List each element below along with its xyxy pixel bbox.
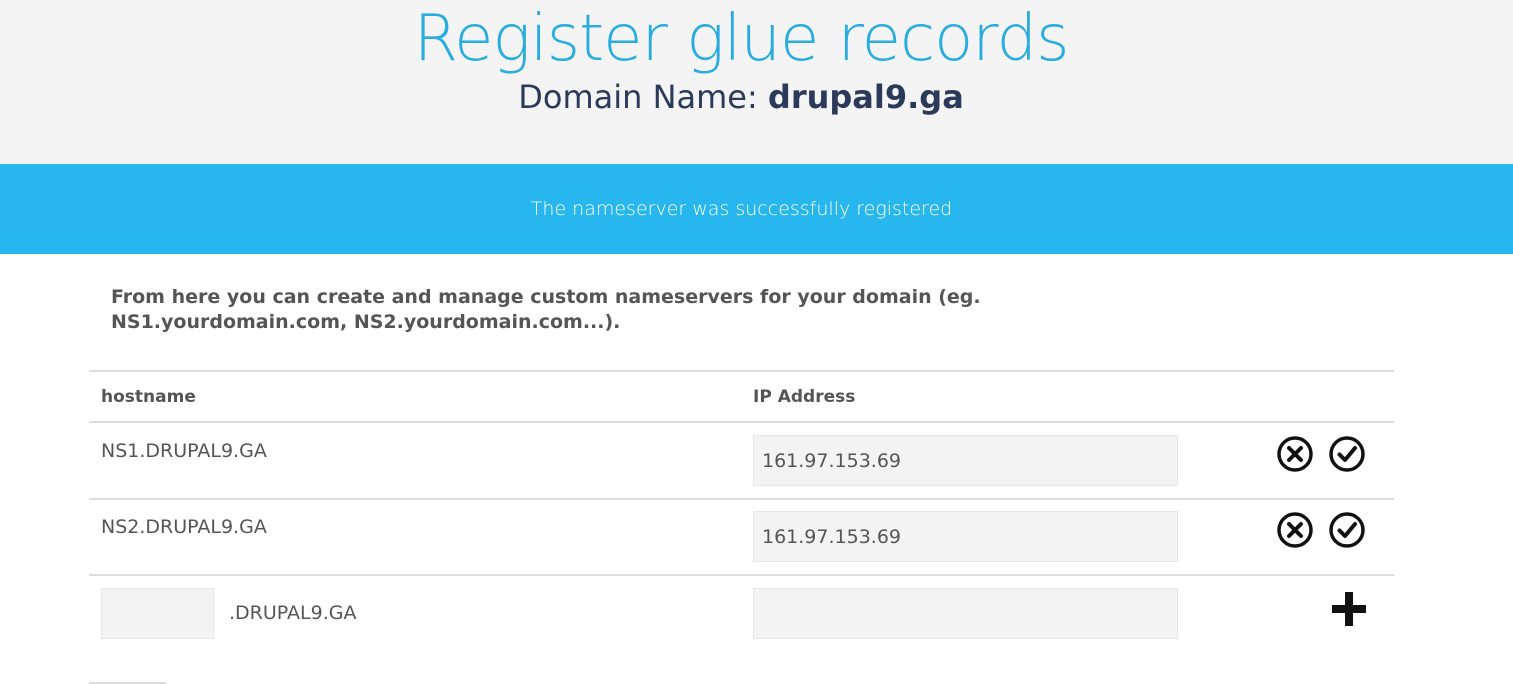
circle-x-icon[interactable] (1275, 510, 1315, 550)
page-title: Register glue records (413, 2, 1070, 76)
column-header-hostname: hostname (101, 387, 196, 407)
intro-text: From here you can create and manage cust… (111, 286, 981, 333)
domain-name-line: Domain Name: drupal9.ga (0, 78, 1482, 116)
page-header: Register glue records Domain Name: drupa… (0, 0, 1513, 164)
domain-suffix: .DRUPAL9.GA (229, 602, 357, 624)
new-hostname-input[interactable] (101, 588, 214, 639)
domain-name-value: drupal9.ga (767, 78, 964, 116)
success-alert: The nameserver was successfully register… (0, 164, 1513, 254)
row-divider (89, 498, 1394, 500)
plus-icon[interactable] (1329, 589, 1369, 629)
circle-x-icon[interactable] (1275, 434, 1315, 474)
circle-check-icon[interactable] (1327, 434, 1367, 474)
domain-name-label: Domain Name: (518, 78, 758, 116)
row-hostname: NS1.DRUPAL9.GA (101, 440, 267, 462)
ip-address-input[interactable]: 161.97.153.69 (753, 435, 1178, 486)
column-header-ip-address: IP Address (753, 387, 856, 407)
header-divider (89, 421, 1394, 423)
circle-check-icon[interactable] (1327, 510, 1367, 550)
ip-address-input[interactable]: 161.97.153.69 (753, 511, 1178, 562)
row-divider (89, 574, 1394, 576)
row-hostname: NS2.DRUPAL9.GA (101, 516, 267, 538)
table-top-border (89, 370, 1394, 372)
success-alert-message: The nameserver was successfully register… (530, 198, 953, 220)
new-ip-address-input[interactable] (753, 588, 1178, 639)
